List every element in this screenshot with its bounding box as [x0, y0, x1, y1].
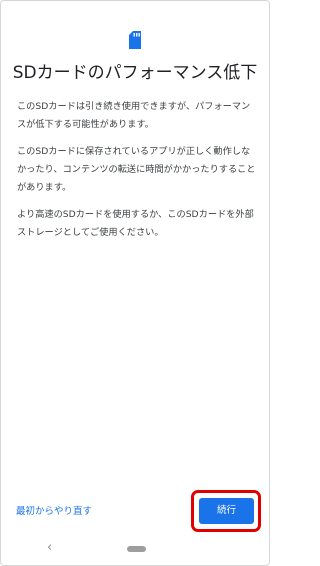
device-screen: SDカードのパフォーマンス低下 このSDカードは引き続き使用できますが、パフォー… — [0, 0, 270, 566]
continue-button[interactable]: 続行 — [199, 498, 254, 524]
description-paragraph-2: このSDカードに保存されているアプリが正しく動作しな かったり、コンテンツの転送… — [17, 146, 256, 193]
back-chevron-icon[interactable]: ‹ — [47, 541, 59, 555]
sd-card-icon — [129, 31, 141, 49]
home-pill-icon[interactable] — [127, 546, 146, 552]
description-paragraph-1: このSDカードは引き続き使用できますが、パフォーマン スが低下する可能性がありま… — [17, 101, 251, 130]
restart-button[interactable]: 最初からやり直す — [16, 505, 92, 519]
page-title: SDカードのパフォーマンス低下 — [12, 63, 258, 83]
system-navigation-bar: ‹ — [1, 535, 269, 565]
description-paragraph-3: より高速のSDカードを使用するか、このSDカードを外部 ストレージとしてご使用く… — [17, 209, 254, 238]
